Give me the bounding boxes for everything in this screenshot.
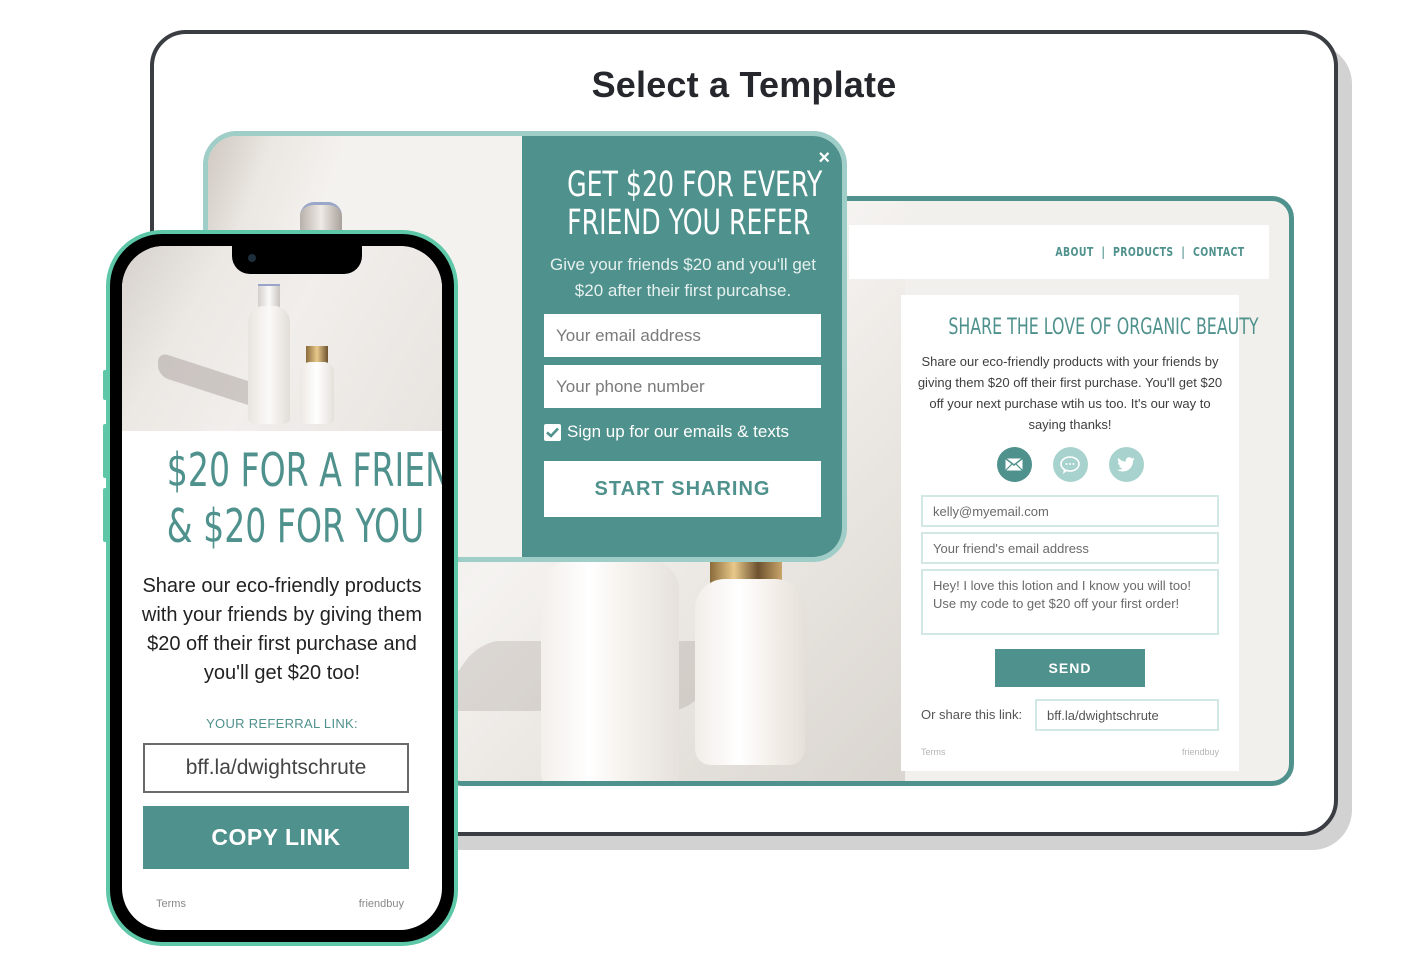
phone-input[interactable]: Your phone number	[544, 365, 821, 408]
phone-side-button	[103, 370, 107, 400]
send-button[interactable]: SEND	[995, 649, 1145, 687]
referral-link-label: YOUR REFERRAL LINK:	[206, 716, 358, 731]
sms-icon[interactable]	[1052, 447, 1088, 482]
twitter-icon[interactable]	[1108, 447, 1144, 482]
nav-link-products[interactable]: PRODUCTS	[1114, 245, 1175, 259]
nav-link-about[interactable]: ABOUT	[1056, 245, 1094, 259]
copy-link-button[interactable]: COPY LINK	[143, 806, 409, 869]
page-title: Select a Template	[591, 64, 897, 105]
phone-screen: $20 FOR A FRIEND & $20 FOR YOU Share our…	[122, 246, 442, 930]
share-icons	[901, 447, 1239, 482]
card-body: Share our eco-friendly products with you…	[917, 354, 1223, 432]
share-link-field[interactable]: bff.la/dwightschrute	[1035, 699, 1219, 731]
email-input[interactable]: Your email address	[544, 314, 821, 357]
phone-title-line2: & $20 FOR YOU	[166, 499, 425, 553]
terms-link[interactable]: Terms	[921, 747, 946, 757]
popup-title-line2: FRIEND YOU REFER	[567, 203, 811, 243]
bottle-small	[695, 579, 805, 765]
popup-subtitle: Give your friends $20 and you'll get $20…	[550, 255, 816, 300]
message-textarea[interactable]: Hey! I love this lotion and I know you w…	[921, 569, 1219, 635]
site-nav: ABOUT | PRODUCTS | CONTACT	[849, 225, 1269, 279]
spray-bottle	[248, 306, 290, 424]
photo-shadow	[158, 351, 258, 409]
nav-separator: |	[1181, 245, 1186, 259]
share-link-label: Or share this link:	[921, 707, 1023, 722]
start-sharing-button[interactable]: START SHARING	[544, 461, 821, 517]
phone-title-line1: $20 FOR A FRIEND	[166, 443, 442, 497]
popup-title-line1: GET $20 FOR EVERY	[567, 165, 823, 205]
phone-side-button	[103, 488, 107, 542]
phone-body: $20 FOR A FRIEND & $20 FOR YOU Share our…	[110, 234, 454, 942]
nav-separator: |	[1101, 245, 1106, 259]
checkbox[interactable]	[544, 423, 561, 441]
phone-body-text: Share our eco-friendly products with you…	[141, 575, 423, 684]
brand-label: friendbuy	[358, 898, 404, 910]
your-email-input[interactable]: kelly@myemail.com	[921, 495, 1219, 527]
camera-icon	[248, 254, 256, 262]
brand-label: friendbuy	[1181, 747, 1219, 757]
phone-side-button	[103, 424, 107, 478]
nav-links: ABOUT | PRODUCTS | CONTACT	[1056, 245, 1245, 259]
email-icon[interactable]	[996, 447, 1032, 482]
terms-link[interactable]: Terms	[156, 898, 186, 910]
bottle-large	[541, 561, 679, 781]
checkmark-icon	[546, 427, 559, 438]
checkbox-label: Sign up for our emails & texts	[567, 422, 790, 441]
phone-title: $20 FOR A FRIEND & $20 FOR YOU	[166, 442, 442, 554]
popup-title: GET $20 FOR EVERY FRIEND YOU REFER	[567, 165, 823, 243]
dropper-bottle	[300, 362, 334, 424]
phone-notch	[232, 246, 362, 274]
popup-panel: × GET $20 FOR EVERY FRIEND YOU REFER Giv…	[522, 136, 842, 557]
nav-link-contact[interactable]: CONTACT	[1193, 245, 1245, 259]
mobile-template-preview[interactable]: $20 FOR A FRIEND & $20 FOR YOU Share our…	[103, 230, 458, 946]
referral-card: SHARE THE LOVE OF ORGANIC BEAUTY Share o…	[901, 295, 1259, 771]
referral-link-field[interactable]: bff.la/dwightschrute	[143, 743, 409, 793]
signup-checkbox-row[interactable]: Sign up for our emails & texts	[544, 422, 789, 442]
friend-email-input[interactable]: Your friend's email address	[921, 532, 1219, 564]
card-title: SHARE THE LOVE OF ORGANIC BEAUTY	[948, 315, 1259, 340]
